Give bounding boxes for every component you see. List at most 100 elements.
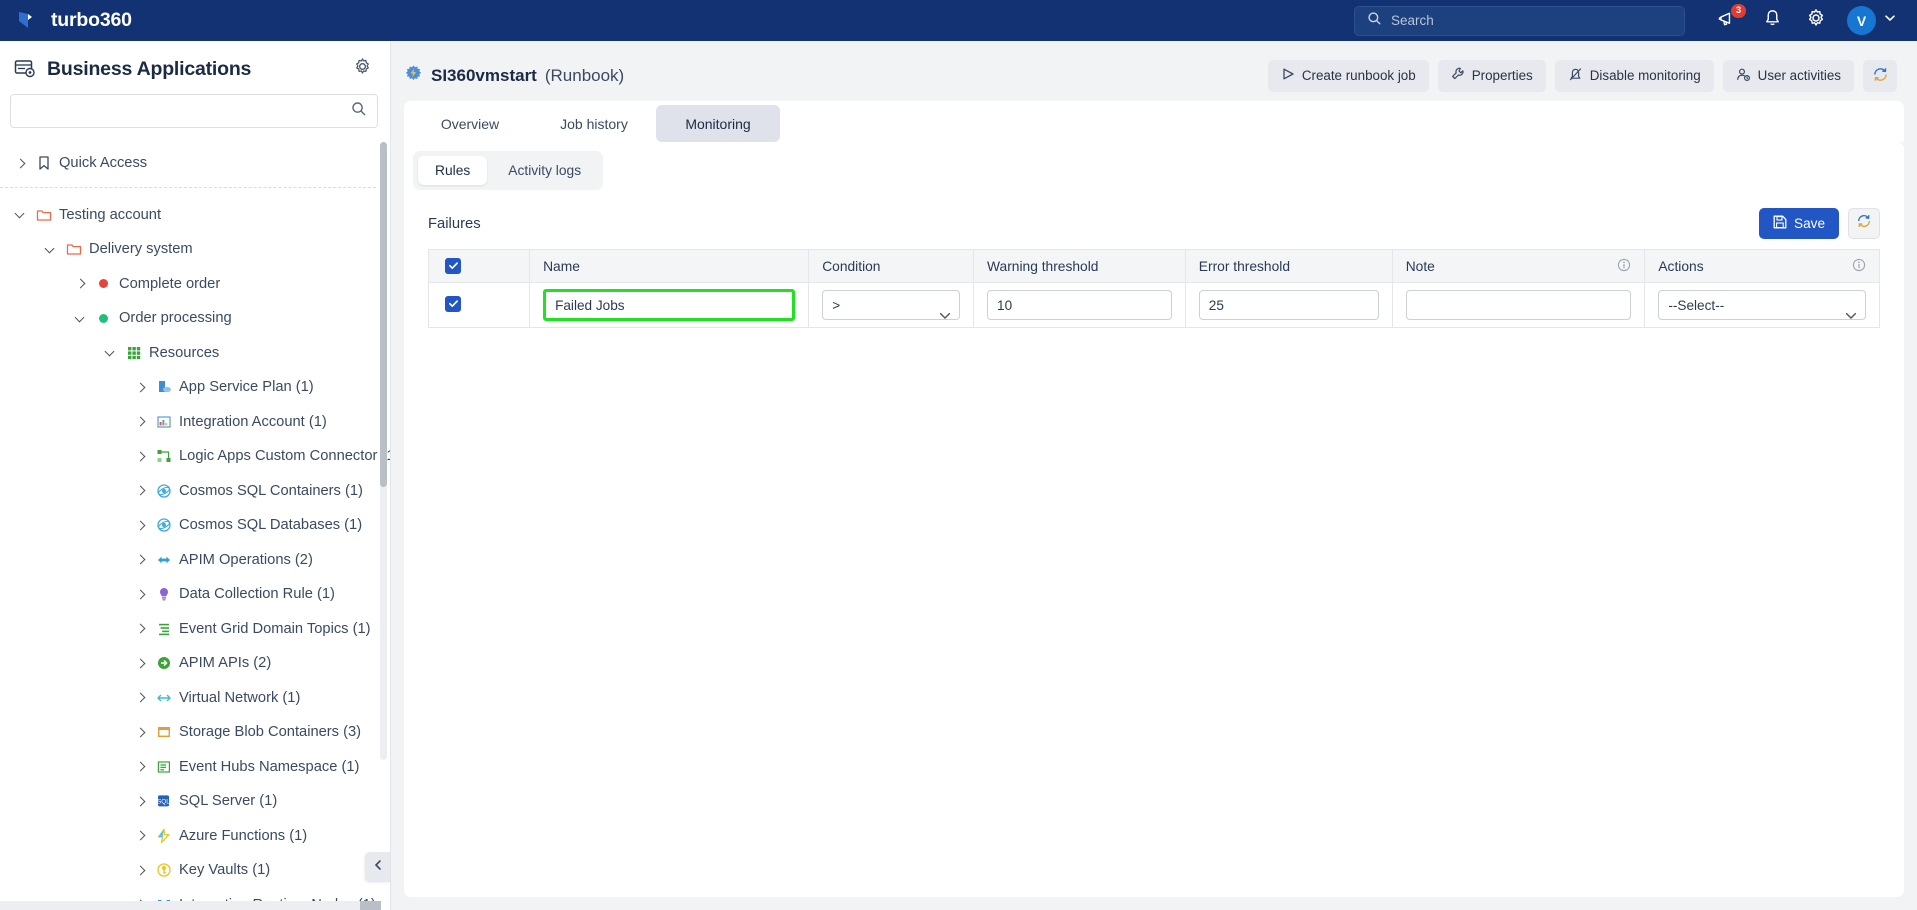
page-title-text: SI360vmstart xyxy=(431,65,537,85)
notifications-button[interactable] xyxy=(1759,8,1785,34)
tree-item-sql-server-1[interactable]: SQL SQL Server (1) xyxy=(0,784,376,819)
save-button[interactable]: Save xyxy=(1759,208,1839,239)
avatar[interactable]: V xyxy=(1847,6,1876,35)
chevron-right-icon[interactable] xyxy=(134,829,147,842)
chevron-right-icon[interactable] xyxy=(134,691,147,704)
tree-item-order-processing[interactable]: Order processing xyxy=(0,301,376,336)
tree-item-testing-account[interactable]: Testing account xyxy=(0,198,376,233)
user-menu[interactable]: V xyxy=(1847,6,1897,35)
create-runbook-job-button[interactable]: Create runbook job xyxy=(1267,59,1429,92)
error-threshold-input[interactable] xyxy=(1198,290,1379,320)
tab-overview[interactable]: Overview xyxy=(408,105,532,142)
sidebar-search[interactable] xyxy=(10,94,378,128)
properties-button[interactable]: Properties xyxy=(1437,59,1546,92)
tree-item-azure-functions-1[interactable]: Azure Functions (1) xyxy=(0,819,376,854)
chevron-right-icon[interactable] xyxy=(134,795,147,808)
row-checkbox[interactable] xyxy=(445,295,461,312)
subtab-activity-logs[interactable]: Activity logs xyxy=(491,156,598,185)
folder-icon xyxy=(65,241,82,257)
save-button-label: Save xyxy=(1794,216,1825,231)
subtab-rules[interactable]: Rules xyxy=(418,156,488,185)
rules-refresh-button[interactable] xyxy=(1848,208,1880,239)
tree-item-resources[interactable]: Resources xyxy=(0,336,376,371)
tree-item-complete-order[interactable]: Complete order xyxy=(0,267,376,302)
action-select[interactable]: --Select-- xyxy=(1658,290,1866,320)
user-activities-button[interactable]: User activities xyxy=(1722,59,1854,92)
page-refresh-button[interactable] xyxy=(1863,59,1897,92)
tab-label: Job history xyxy=(560,115,628,132)
chevron-down-icon[interactable] xyxy=(74,312,87,325)
tree-item-label: Integration Account (1) xyxy=(179,413,327,430)
chevron-right-icon[interactable] xyxy=(134,415,147,428)
warning-threshold-input[interactable] xyxy=(987,290,1172,320)
chevron-right-icon[interactable] xyxy=(134,553,147,566)
tree-item-label: APIM APIs (2) xyxy=(179,655,272,672)
bookmark-icon xyxy=(35,155,52,171)
tree-scrollbar-thumb[interactable] xyxy=(380,142,387,487)
note-input[interactable] xyxy=(1405,290,1632,320)
gear-icon[interactable] xyxy=(353,57,372,81)
tab-job-history[interactable]: Job history xyxy=(532,105,656,142)
global-search[interactable] xyxy=(1354,5,1685,36)
brand-logo[interactable]: turbo360 xyxy=(0,8,132,34)
settings-button[interactable] xyxy=(1803,8,1829,34)
chevron-right-icon[interactable] xyxy=(134,484,147,497)
row-select-cell xyxy=(427,282,531,328)
chevron-right-icon[interactable] xyxy=(134,519,147,532)
chevron-right-icon[interactable] xyxy=(134,450,147,463)
chevron-down-icon[interactable] xyxy=(14,208,27,221)
chevron-right-icon[interactable] xyxy=(74,277,87,290)
tree-item-storage-blob-containers-3[interactable]: Storage Blob Containers (3) xyxy=(0,715,376,750)
column-header-name: Name xyxy=(529,249,810,283)
chevron-right-icon[interactable] xyxy=(134,760,147,773)
tree-item-event-grid-domain-topics-1[interactable]: Event Grid Domain Topics (1) xyxy=(0,612,376,647)
sidebar-hscrollbar-track[interactable] xyxy=(0,901,381,910)
tree-item-app-service-plan-1[interactable]: App Service Plan (1) xyxy=(0,370,376,405)
search-input[interactable] xyxy=(1391,13,1672,28)
select-all-checkbox[interactable] xyxy=(445,257,461,274)
tree-item-cosmos-sql-containers-1[interactable]: Cosmos SQL Containers (1) xyxy=(0,474,376,509)
tree-item-virtual-network-1[interactable]: Virtual Network (1) xyxy=(0,681,376,716)
sidebar-hscrollbar-thumb[interactable] xyxy=(360,901,381,910)
chevron-right-icon[interactable] xyxy=(134,381,147,394)
sidebar-search-input[interactable] xyxy=(21,103,351,119)
chevron-down-icon[interactable] xyxy=(104,346,117,359)
info-icon[interactable] xyxy=(1617,258,1631,275)
tab-monitoring[interactable]: Monitoring xyxy=(656,105,780,142)
tree-item-apim-apis-2[interactable]: APIM APIs (2) xyxy=(0,646,376,681)
chevron-right-icon[interactable] xyxy=(134,588,147,601)
search-icon xyxy=(351,101,367,122)
svg-text:SQL: SQL xyxy=(157,799,170,806)
chevron-right-icon[interactable] xyxy=(134,622,147,635)
tree-item-cosmos-sql-databases-1[interactable]: Cosmos SQL Databases (1) xyxy=(0,508,376,543)
chevron-right-icon[interactable] xyxy=(134,864,147,877)
sidebar-collapse-button[interactable] xyxy=(365,852,390,882)
chevron-down-icon[interactable] xyxy=(44,243,57,256)
refresh-icon xyxy=(1856,213,1872,234)
info-icon[interactable] xyxy=(1852,258,1866,275)
tree-item-label: App Service Plan (1) xyxy=(179,379,314,396)
tree-item-data-collection-rule-1[interactable]: Data Collection Rule (1) xyxy=(0,577,376,612)
tree-item-delivery-system[interactable]: Delivery system xyxy=(0,232,376,267)
tree-item-event-hubs-namespace-1[interactable]: Event Hubs Namespace (1) xyxy=(0,750,376,785)
condition-select[interactable]: ><>=<== xyxy=(822,290,961,320)
tree-item-label: Delivery system xyxy=(89,241,193,258)
tree-item-label: Virtual Network (1) xyxy=(179,689,301,706)
tree-item-apim-operations-2[interactable]: APIM Operations (2) xyxy=(0,543,376,578)
wrench-icon xyxy=(1451,67,1465,84)
tree-item-logic-apps-custom-connector-1[interactable]: Logic Apps Custom Connector (1) xyxy=(0,439,390,474)
disable-monitoring-button[interactable]: Disable monitoring xyxy=(1554,59,1714,92)
integration-account-icon xyxy=(155,414,172,430)
tree-item-integration-account-1[interactable]: Integration Account (1) xyxy=(0,405,376,440)
announcements-button[interactable]: 3 xyxy=(1715,3,1746,34)
tree-item-key-vaults-1[interactable]: Key Vaults (1) xyxy=(0,853,376,888)
rules-section-header: Failures Save xyxy=(404,190,1904,249)
chevron-right-icon[interactable] xyxy=(134,726,147,739)
grid-icon xyxy=(125,345,142,361)
column-header-condition: Condition xyxy=(808,249,975,283)
chevron-right-icon[interactable] xyxy=(134,657,147,670)
rule-name-input[interactable] xyxy=(543,289,796,321)
chevron-right-icon[interactable] xyxy=(14,157,27,170)
tree-item-quick-access[interactable]: Quick Access xyxy=(0,146,376,181)
page-tabs: Overview Job history Monitoring xyxy=(404,101,1904,142)
